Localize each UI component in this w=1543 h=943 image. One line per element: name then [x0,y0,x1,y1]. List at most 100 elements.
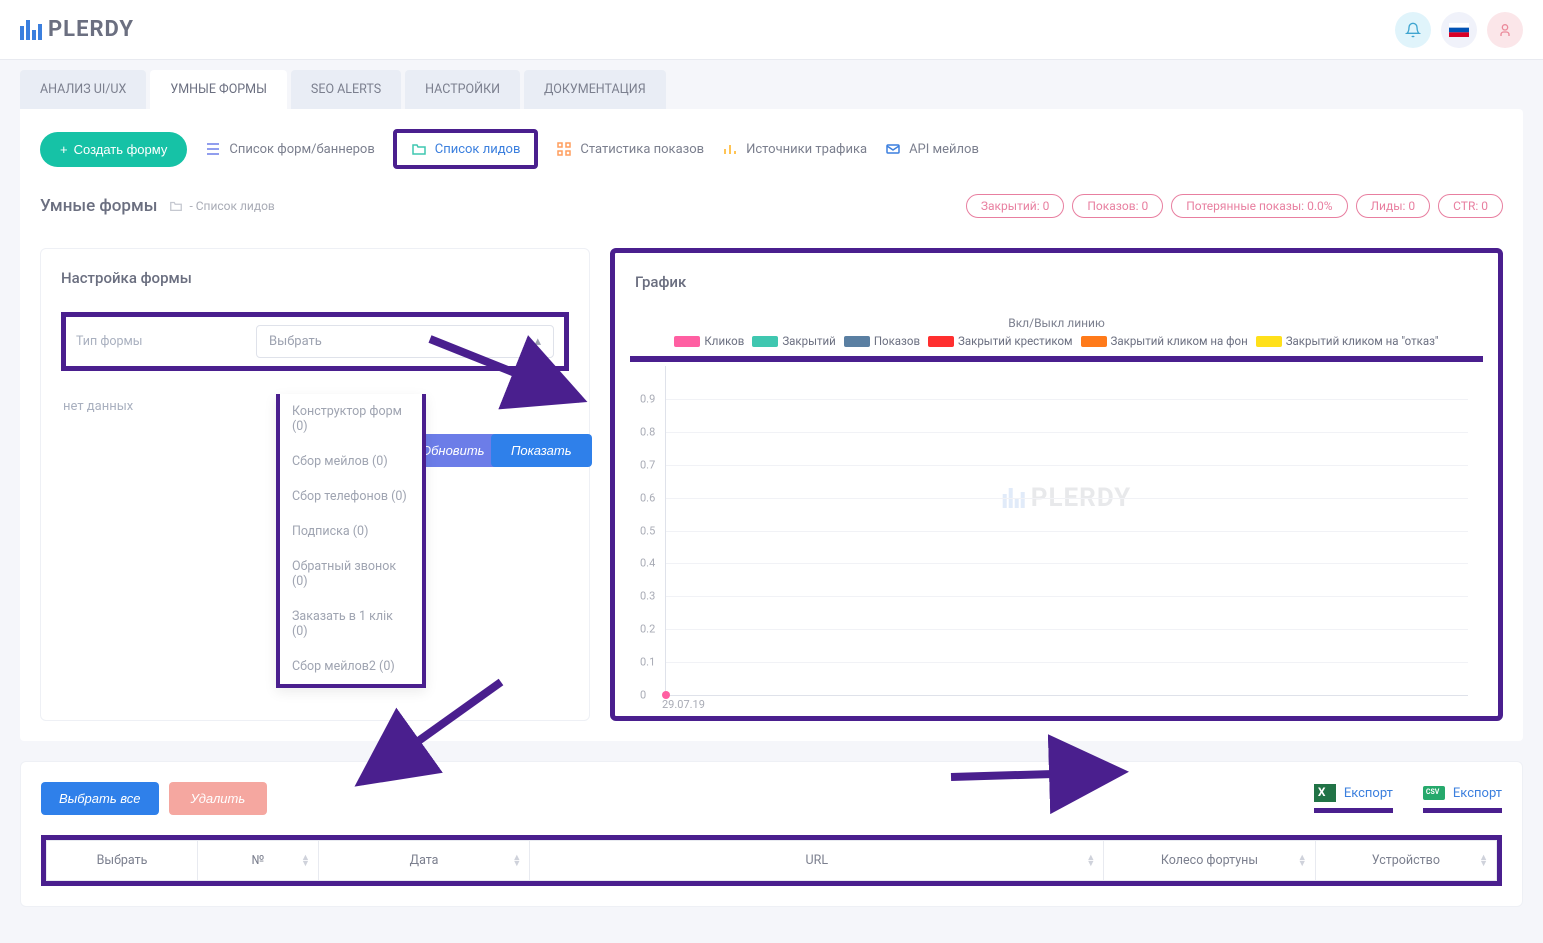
stat-leads: Лиды: 0 [1356,194,1431,218]
col-wheel[interactable]: Колесо фортуны▲▼ [1104,841,1315,881]
link-traffic-label: Источники трафика [746,142,867,157]
select-placeholder: Выбрать [269,334,322,349]
stat-views: Показов: 0 [1072,194,1163,218]
legend-item[interactable]: Показов [844,334,920,348]
plus-icon: + [60,142,68,157]
user-icon[interactable] [1487,12,1523,48]
main-tabs: АНАЛИЗ UI/UX УМНЫЕ ФОРМЫ SEO ALERTS НАСТ… [0,60,1543,109]
form-type-select[interactable]: Выбрать▴ [256,325,554,358]
bottom-toolbar: Выбрать все Удалить Експорт Експорт [41,782,1502,815]
gridline [666,662,1468,663]
link-form-list-label: Список форм/баннеров [229,142,374,157]
select-all-button[interactable]: Выбрать все [41,782,159,815]
link-leads-list[interactable]: Список лидов [393,129,539,169]
page-title-block: Умные формы - Список лидов [40,196,275,216]
chart-toggle-label: Вкл/Выкл линию [635,316,1478,330]
form-settings-panel: Настройка формы Тип формы Выбрать▴ нет д… [40,248,590,721]
export-xls-label: Експорт [1344,786,1393,801]
export-csv[interactable]: Експорт [1423,784,1502,813]
link-api-mails-label: API мейлов [909,142,979,157]
export-links: Експорт Експорт [1314,784,1502,813]
opt-oneclick[interactable]: Заказать в 1 клік (0) [280,599,422,649]
legend-swatch [844,336,870,347]
locale-flag-icon[interactable] [1441,12,1477,48]
form-type-dropdown: Конструктор форм (0) Сбор мейлов (0) Сбо… [276,394,426,688]
tab-smart-forms[interactable]: УМНЫЕ ФОРМЫ [150,70,287,109]
y-tick: 0.7 [640,458,655,471]
link-api-mails[interactable]: API мейлов [885,141,979,157]
link-stats-label: Статистика показов [580,142,704,157]
y-tick: 0.6 [640,491,655,504]
legend-label: Закрытий кликом на фон [1111,334,1248,348]
chart-icon [722,141,738,157]
y-tick: 0.9 [640,392,655,405]
legend-item[interactable]: Закрытий кликом на фон [1081,334,1248,348]
col-url[interactable]: URL▲▼ [530,841,1104,881]
y-tick: 0.4 [640,557,655,570]
legend-item[interactable]: Закрытий кликом на "отказ" [1256,334,1439,348]
opt-emails[interactable]: Сбор мейлов (0) [280,444,422,479]
link-stats[interactable]: Статистика показов [556,141,704,157]
form-type-highlight: Тип формы Выбрать▴ [61,312,569,371]
opt-subscribe[interactable]: Подписка (0) [280,514,422,549]
chart-title: График [635,273,1478,291]
show-button[interactable]: Показать [491,434,592,467]
create-form-label: Создать форму [74,142,168,157]
content: + Создать форму Список форм/баннеров Спис… [20,109,1523,741]
y-tick: 0.8 [640,425,655,438]
gridline [666,596,1468,597]
bottom-section: Выбрать все Удалить Експорт Експорт Выбр… [20,761,1523,907]
grid-icon [556,141,572,157]
tab-seo-alerts[interactable]: SEO ALERTS [291,70,401,109]
link-leads-list-label: Список лидов [435,142,521,157]
tab-docs[interactable]: ДОКУМЕНТАЦИЯ [524,70,666,109]
legend-item[interactable]: Закрытий [752,334,836,348]
tab-ui-ux[interactable]: АНАЛИЗ UI/UX [20,70,146,109]
gridline [666,563,1468,564]
export-xls[interactable]: Експорт [1314,784,1393,813]
mail-icon [885,141,901,157]
opt-phones[interactable]: Сбор телефонов (0) [280,479,422,514]
create-form-button[interactable]: + Создать форму [40,132,187,167]
opt-constructor[interactable]: Конструктор форм (0) [280,394,422,444]
legend-item[interactable]: Закрытий крестиком [928,334,1073,348]
tab-settings[interactable]: НАСТРОЙКИ [405,70,520,109]
stats-pills: Закрытий: 0 Показов: 0 Потерянные показы… [966,194,1503,218]
bell-icon[interactable] [1395,12,1431,48]
export-csv-label: Експорт [1453,786,1502,801]
col-select[interactable]: Выбрать [47,841,198,881]
col-device[interactable]: Устройство▲▼ [1315,841,1496,881]
col-date[interactable]: Дата▲▼ [318,841,529,881]
y-tick: 0.3 [640,590,655,603]
gridline [666,432,1468,433]
legend-label: Закрытий [782,334,836,348]
panels-row: Настройка формы Тип формы Выбрать▴ нет д… [40,248,1503,721]
legend-item[interactable]: Кликов [674,334,744,348]
logo[interactable]: PLERDY [20,17,134,42]
page-header: Умные формы - Список лидов Закрытий: 0 П… [40,194,1503,218]
chart-highlight-bar [630,356,1483,362]
stat-lost: Потерянные показы: 0.0% [1171,194,1347,218]
opt-callback[interactable]: Обратный звонок (0) [280,549,422,599]
link-traffic[interactable]: Источники трафика [722,141,867,157]
chart-panel: График Вкл/Выкл линию Кликов Закрытий Пока… [610,248,1503,721]
delete-button[interactable]: Удалить [169,782,268,815]
page-title: Умные формы [40,196,157,216]
sort-icon: ▲▼ [1298,855,1307,867]
bottom-left-buttons: Выбрать все Удалить [41,782,267,815]
list-icon [205,141,221,157]
legend-swatch [752,336,778,347]
logo-bars-icon [20,20,42,40]
legend-label: Показов [874,334,920,348]
form-settings-title: Настройка формы [61,269,569,287]
opt-emails2[interactable]: Сбор мейлов2 (0) [280,649,422,684]
breadcrumb-text: - Список лидов [189,199,274,213]
sort-icon: ▲▼ [1479,855,1488,867]
link-form-list[interactable]: Список форм/баннеров [205,141,374,157]
sort-icon: ▲▼ [1086,855,1095,867]
legend-label: Закрытий крестиком [958,334,1073,348]
legend-swatch [928,336,954,347]
folder-icon [169,199,183,213]
stat-closes: Закрытий: 0 [966,194,1064,218]
col-num[interactable]: №▲▼ [198,841,319,881]
